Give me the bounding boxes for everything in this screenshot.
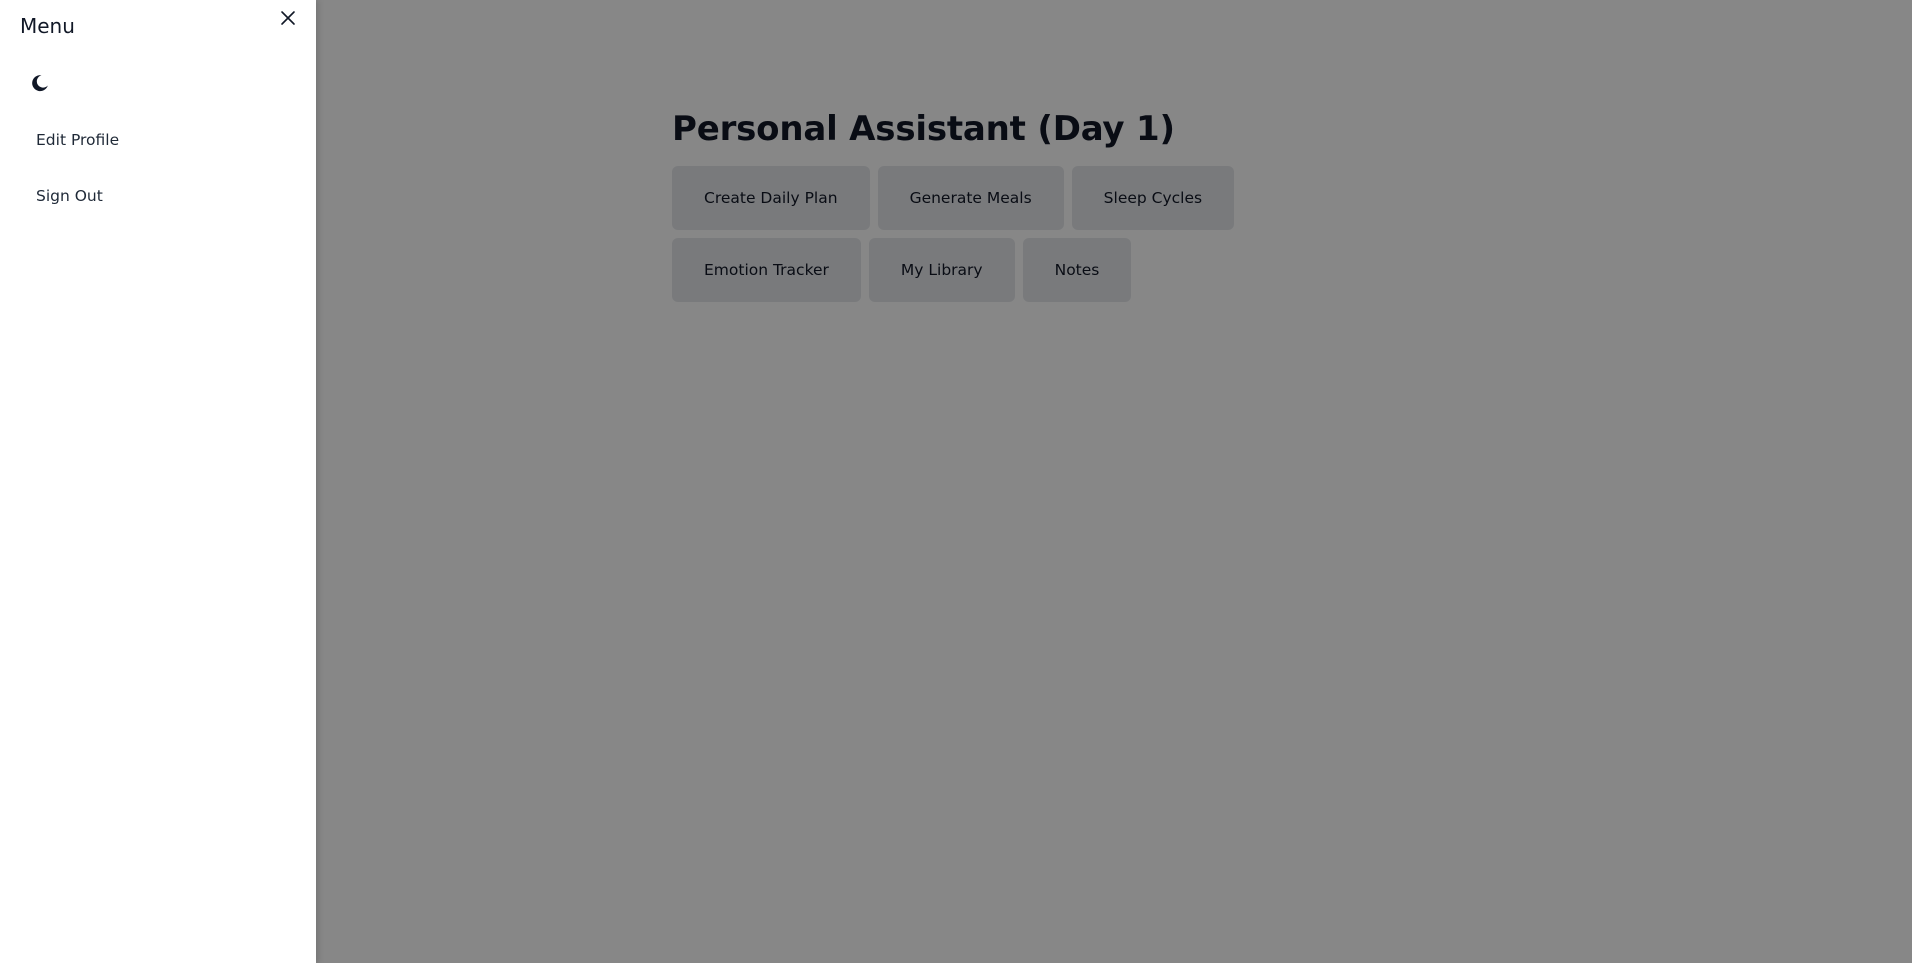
close-menu-button[interactable] bbox=[277, 8, 299, 30]
app-root: Personal Assistant (Day 1) Create Daily … bbox=[0, 0, 1912, 963]
menu-item-edit-profile[interactable]: Edit Profile bbox=[36, 129, 119, 151]
menu-item-sign-out[interactable]: Sign Out bbox=[36, 185, 103, 207]
close-icon bbox=[280, 10, 296, 29]
side-menu-drawer: Menu Edit Profile Sign Out bbox=[0, 0, 316, 963]
moon-icon bbox=[30, 73, 50, 96]
drawer-title: Menu bbox=[20, 14, 75, 38]
theme-toggle-button[interactable] bbox=[28, 72, 52, 96]
